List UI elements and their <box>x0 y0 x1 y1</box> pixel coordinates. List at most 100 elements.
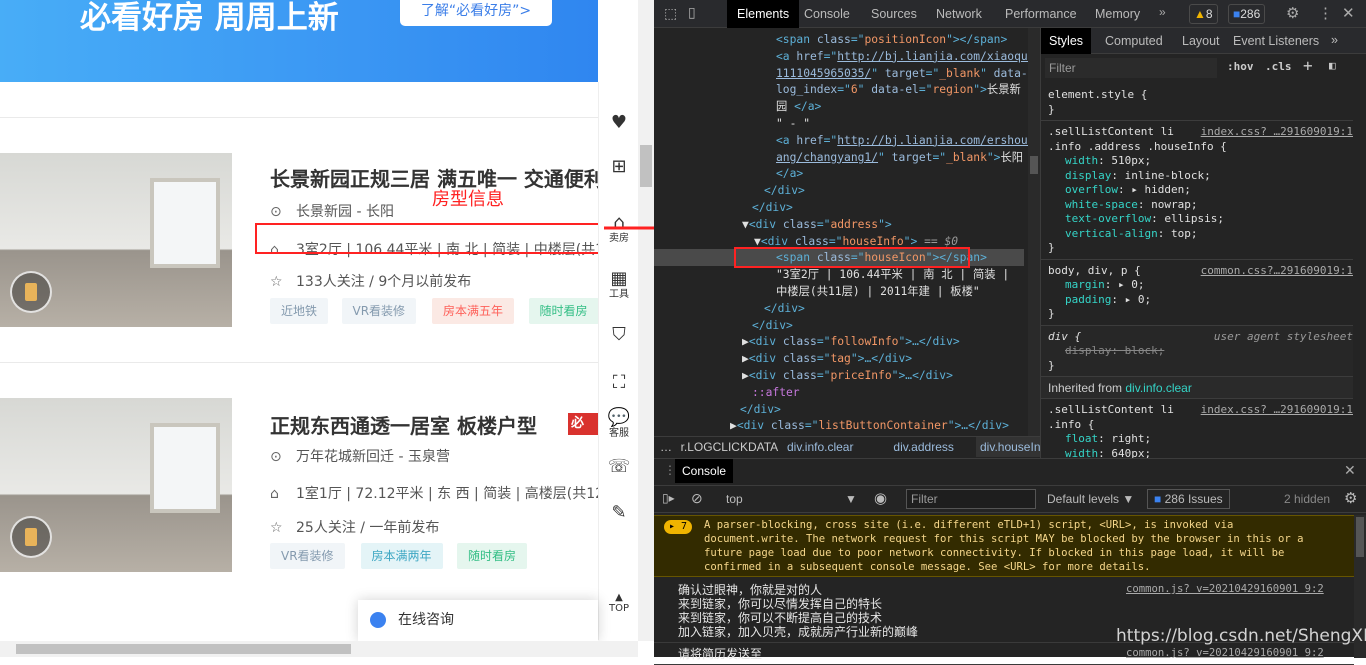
back-to-top-button[interactable]: ▲ TOP <box>599 592 639 615</box>
clear-console-icon[interactable]: ⊘ <box>691 490 703 507</box>
console-filter-input[interactable]: Filter <box>906 489 1036 509</box>
dom-node-line[interactable]: </div> <box>752 317 793 334</box>
toggle-sidebar-icon[interactable]: ◧ <box>1329 59 1336 72</box>
warning-repeat-count[interactable]: ▸ 7 <box>664 520 693 534</box>
horizontal-scrollbar[interactable] <box>0 641 638 657</box>
console-settings-icon[interactable]: ⚙ <box>1344 489 1357 507</box>
live-expression-eye-icon[interactable]: ◉ <box>874 489 887 507</box>
styles-tab-styles[interactable]: Styles <box>1041 28 1092 54</box>
listing-photo[interactable] <box>0 153 232 327</box>
styles-tab-event-listeners[interactable]: Event Listeners <box>1225 28 1327 54</box>
style-property[interactable]: width: 640px; <box>1065 447 1151 459</box>
sidebar-item[interactable]: 💬 客服 <box>599 407 639 440</box>
tab-sources[interactable]: Sources <box>871 0 917 28</box>
code-token[interactable]: 1111045965035/ <box>776 67 871 80</box>
style-property[interactable]: float: right; <box>1065 432 1151 446</box>
dom-node-line[interactable]: ▼<div class="address"> <box>742 216 892 233</box>
dom-node-line[interactable]: ▶<div class="priceInfo">…</div> <box>742 367 953 384</box>
style-property[interactable]: padding: ▸ 0; <box>1065 293 1151 307</box>
rule-source[interactable]: common.css?…291609019:1 <box>1201 264 1353 278</box>
sidebar-item[interactable]: ⛉ <box>599 324 639 345</box>
scrollbar-thumb[interactable] <box>16 644 351 654</box>
banner-learn-more-button[interactable]: 了解“必看好房”> <box>400 0 552 26</box>
dom-node-line[interactable]: <a href="http://bj.lianjia.com/ershouf <box>776 132 1034 149</box>
sidebar-item[interactable]: ☏ <box>599 456 639 477</box>
styles-tab-layout[interactable]: Layout <box>1174 28 1228 54</box>
listing-title[interactable]: 正规东西通透一居室 板楼户型 <box>270 410 600 439</box>
sidebar-item[interactable]: ✎ <box>599 502 639 523</box>
issues-badge[interactable]: ■286 <box>1228 4 1266 24</box>
sidebar-item[interactable]: ⊞ <box>599 156 639 177</box>
tab-elements[interactable]: Elements <box>727 0 800 28</box>
close-devtools-icon[interactable]: ✕ <box>1342 4 1355 22</box>
dom-node-line[interactable]: ▶<div class="tag">…</div> <box>742 350 912 367</box>
sidebar-toggle-icon[interactable]: ▯▸ <box>662 491 675 505</box>
vertical-scrollbar[interactable] <box>638 0 654 641</box>
breadcrumb-item[interactable]: div.info.clear <box>783 437 857 457</box>
warnings-badge[interactable]: ▲8 <box>1189 4 1218 24</box>
tab-performance[interactable]: Performance <box>1005 0 1077 28</box>
console-drawer-tab[interactable]: Console <box>675 459 734 483</box>
dom-node-line[interactable]: ▶<div class="followInfo">…</div> <box>742 333 960 350</box>
code-token[interactable]: http://bj.lianjia.com/xiaoqu/ <box>837 50 1034 63</box>
dom-node-line[interactable]: " - " <box>776 115 810 132</box>
sidebar-item[interactable]: ⛶ <box>599 372 639 393</box>
log-source-link[interactable]: common.js? v=20210429160901 9:2 <box>1126 647 1324 659</box>
dom-node-line[interactable]: <a href="http://bj.lianjia.com/xiaoqu/ <box>776 48 1034 65</box>
listing-photo[interactable] <box>0 398 232 572</box>
more-options-icon[interactable]: ⋮ <box>1318 4 1333 22</box>
inspect-element-icon[interactable]: ⬚ <box>664 5 677 22</box>
dom-node-line[interactable]: 中楼层(共11层) | 2011年建 | 板楼" <box>776 283 980 300</box>
listing-location[interactable]: ⊙ 万年花城新回迁 - 玉泉营 <box>270 446 600 466</box>
style-property[interactable]: display: block; <box>1065 344 1164 358</box>
rule-source[interactable]: index.css? …291609019:1 <box>1201 125 1353 139</box>
context-dropdown-icon[interactable]: ▼ <box>845 492 857 506</box>
breadcrumb-item[interactable]: r.LOGCLICKDATA <box>677 437 783 457</box>
style-property[interactable]: overflow: ▸ hidden; <box>1065 183 1191 197</box>
dom-node-line[interactable]: </div> <box>764 182 805 199</box>
close-drawer-icon[interactable]: ✕ <box>1344 462 1356 479</box>
vr-play-icon[interactable] <box>10 516 52 558</box>
code-token[interactable]: http://bj.lianjia.com/ershouf <box>837 134 1034 147</box>
cls-button[interactable]: .cls <box>1265 60 1292 73</box>
tab-network[interactable]: Network <box>936 0 982 28</box>
dom-node-line[interactable]: </div> <box>752 199 793 216</box>
style-property[interactable]: vertical-align: top; <box>1065 227 1197 241</box>
more-tabs-icon[interactable]: » <box>1159 5 1166 19</box>
tab-memory[interactable]: Memory <box>1095 0 1140 28</box>
dom-node-line[interactable]: log_index="6" data-el="region">长景新 <box>776 81 1021 98</box>
sidebar-item[interactable]: ▦ 工具 <box>599 268 639 301</box>
elements-scrollbar[interactable] <box>1028 28 1040 436</box>
tab-console[interactable]: Console <box>804 0 850 28</box>
dom-node-line[interactable]: </div> <box>740 401 781 418</box>
dom-node-line[interactable]: 园 </a> <box>776 98 821 115</box>
settings-gear-icon[interactable]: ⚙ <box>1286 4 1299 22</box>
device-toggle-icon[interactable]: ▯ <box>688 4 696 21</box>
dom-node-line[interactable]: ang/changyang1/" target="_blank">长阳 <box>776 149 1023 166</box>
dom-node-line[interactable]: "3室2厅 | 106.44平米 | 南 北 | 简装 | <box>776 266 1009 283</box>
new-rule-icon[interactable]: + <box>1303 56 1313 75</box>
style-property[interactable]: width: 510px; <box>1065 154 1151 168</box>
dom-node-line[interactable]: </a> <box>776 165 803 182</box>
dom-node-line[interactable]: </div> <box>764 300 805 317</box>
style-property[interactable]: margin: ▸ 0; <box>1065 278 1145 292</box>
hov-button[interactable]: :hov <box>1227 60 1254 73</box>
code-token[interactable]: ang/changyang1/ <box>776 151 878 164</box>
log-source-link[interactable]: common.js? v=20210429160901 9:2 <box>1126 583 1324 595</box>
dom-node-line[interactable]: ::after <box>752 384 800 401</box>
dom-node-line[interactable]: ▶<div class="listButtonContainer">…</div… <box>730 417 1009 434</box>
log-levels-dropdown[interactable]: Default levels ▼ <box>1047 492 1134 506</box>
breadcrumb-item[interactable]: … <box>656 437 676 457</box>
style-property[interactable]: white-space: nowrap; <box>1065 198 1197 212</box>
rule-source[interactable]: index.css? …291609019:1 <box>1201 403 1353 417</box>
breadcrumb-item[interactable]: div.address <box>889 437 957 457</box>
styles-filter-input[interactable]: Filter <box>1045 58 1217 78</box>
dom-node-line[interactable]: <span class="positionIcon"></span> <box>776 31 1007 48</box>
vr-play-icon[interactable] <box>10 271 52 313</box>
style-property[interactable]: display: inline-block; <box>1065 169 1211 183</box>
dom-node-line[interactable]: 1111045965035/" target="_blank" data- <box>776 65 1028 82</box>
styles-tab-computed[interactable]: Computed <box>1097 28 1171 54</box>
online-consult-button[interactable]: 在线咨询 <box>358 600 598 641</box>
scrollbar-thumb[interactable] <box>1030 156 1038 174</box>
style-property[interactable]: text-overflow: ellipsis; <box>1065 212 1224 226</box>
